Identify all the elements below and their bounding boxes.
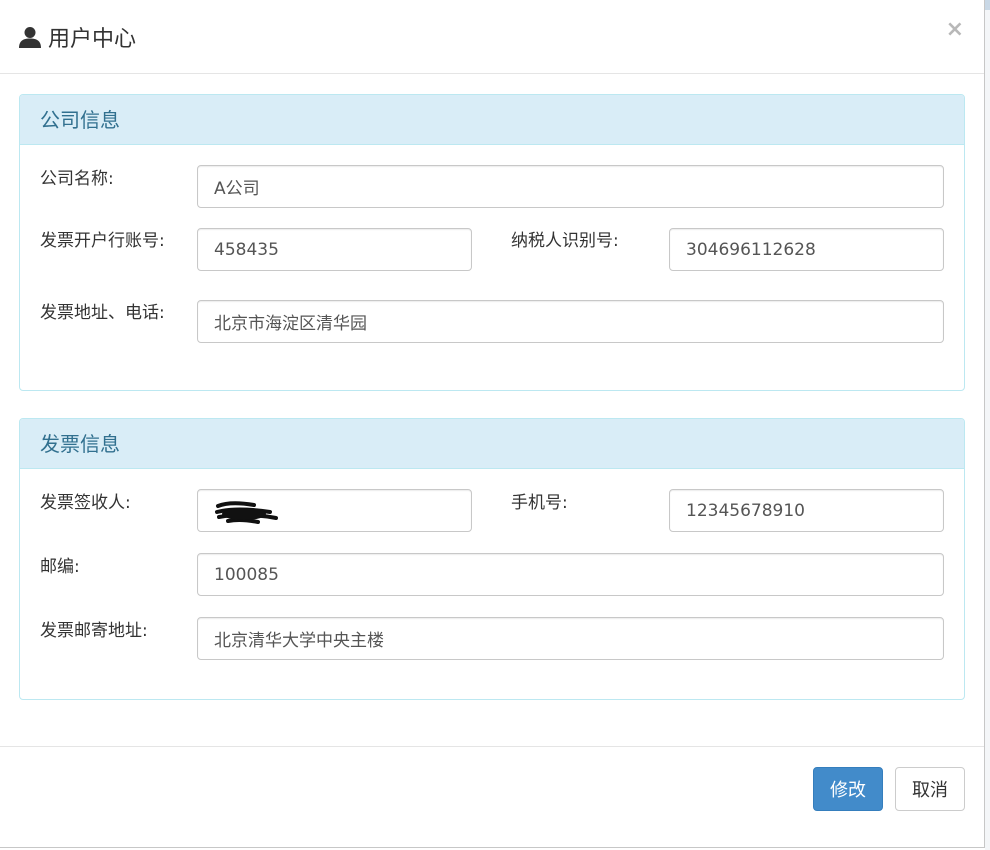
postcode-input[interactable] <box>197 553 944 596</box>
bank-account-input[interactable] <box>197 228 472 271</box>
background-page-edge <box>985 0 990 850</box>
mail-address-input[interactable] <box>197 617 944 660</box>
close-icon[interactable]: × <box>946 18 964 42</box>
recipient-input[interactable] <box>197 489 472 532</box>
user-icon <box>19 27 41 48</box>
mail-address-label: 发票邮寄地址: <box>40 621 148 641</box>
postcode-label: 邮编: <box>40 557 80 577</box>
bank-account-label: 发票开户行账号: <box>40 231 165 251</box>
recipient-label: 发票签收人: <box>40 493 131 513</box>
company-info-panel: 公司信息 公司名称: 发票开户行账号: 纳税人识别号: 发票地址、电话: <box>19 94 965 391</box>
modify-button[interactable]: 修改 <box>813 767 883 811</box>
user-center-modal: 用户中心 × 公司信息 公司名称: 发票开户行账号: 纳税人识别号: 发票地址、… <box>0 0 985 848</box>
taxpayer-id-input[interactable] <box>669 228 944 271</box>
company-info-heading: 公司信息 <box>20 95 964 145</box>
address-phone-input[interactable] <box>197 300 944 343</box>
mobile-label: 手机号: <box>511 493 568 513</box>
taxpayer-id-label: 纳税人识别号: <box>511 231 619 251</box>
company-name-label: 公司名称: <box>40 169 114 189</box>
cancel-button[interactable]: 取消 <box>895 767 965 811</box>
modal-title-text: 用户中心 <box>48 27 137 52</box>
address-phone-label: 发票地址、电话: <box>40 303 165 323</box>
invoice-info-heading: 发票信息 <box>20 419 964 469</box>
modal-title: 用户中心 <box>18 22 136 52</box>
modal-footer: 修改 取消 <box>0 746 984 848</box>
company-name-input[interactable] <box>197 165 944 208</box>
modal-header: 用户中心 × <box>0 0 984 74</box>
invoice-info-panel: 发票信息 发票签收人: 手机号: 邮编: 发票邮寄地址: <box>19 418 965 700</box>
mobile-input[interactable] <box>669 489 944 532</box>
redaction-scribble <box>215 501 278 524</box>
